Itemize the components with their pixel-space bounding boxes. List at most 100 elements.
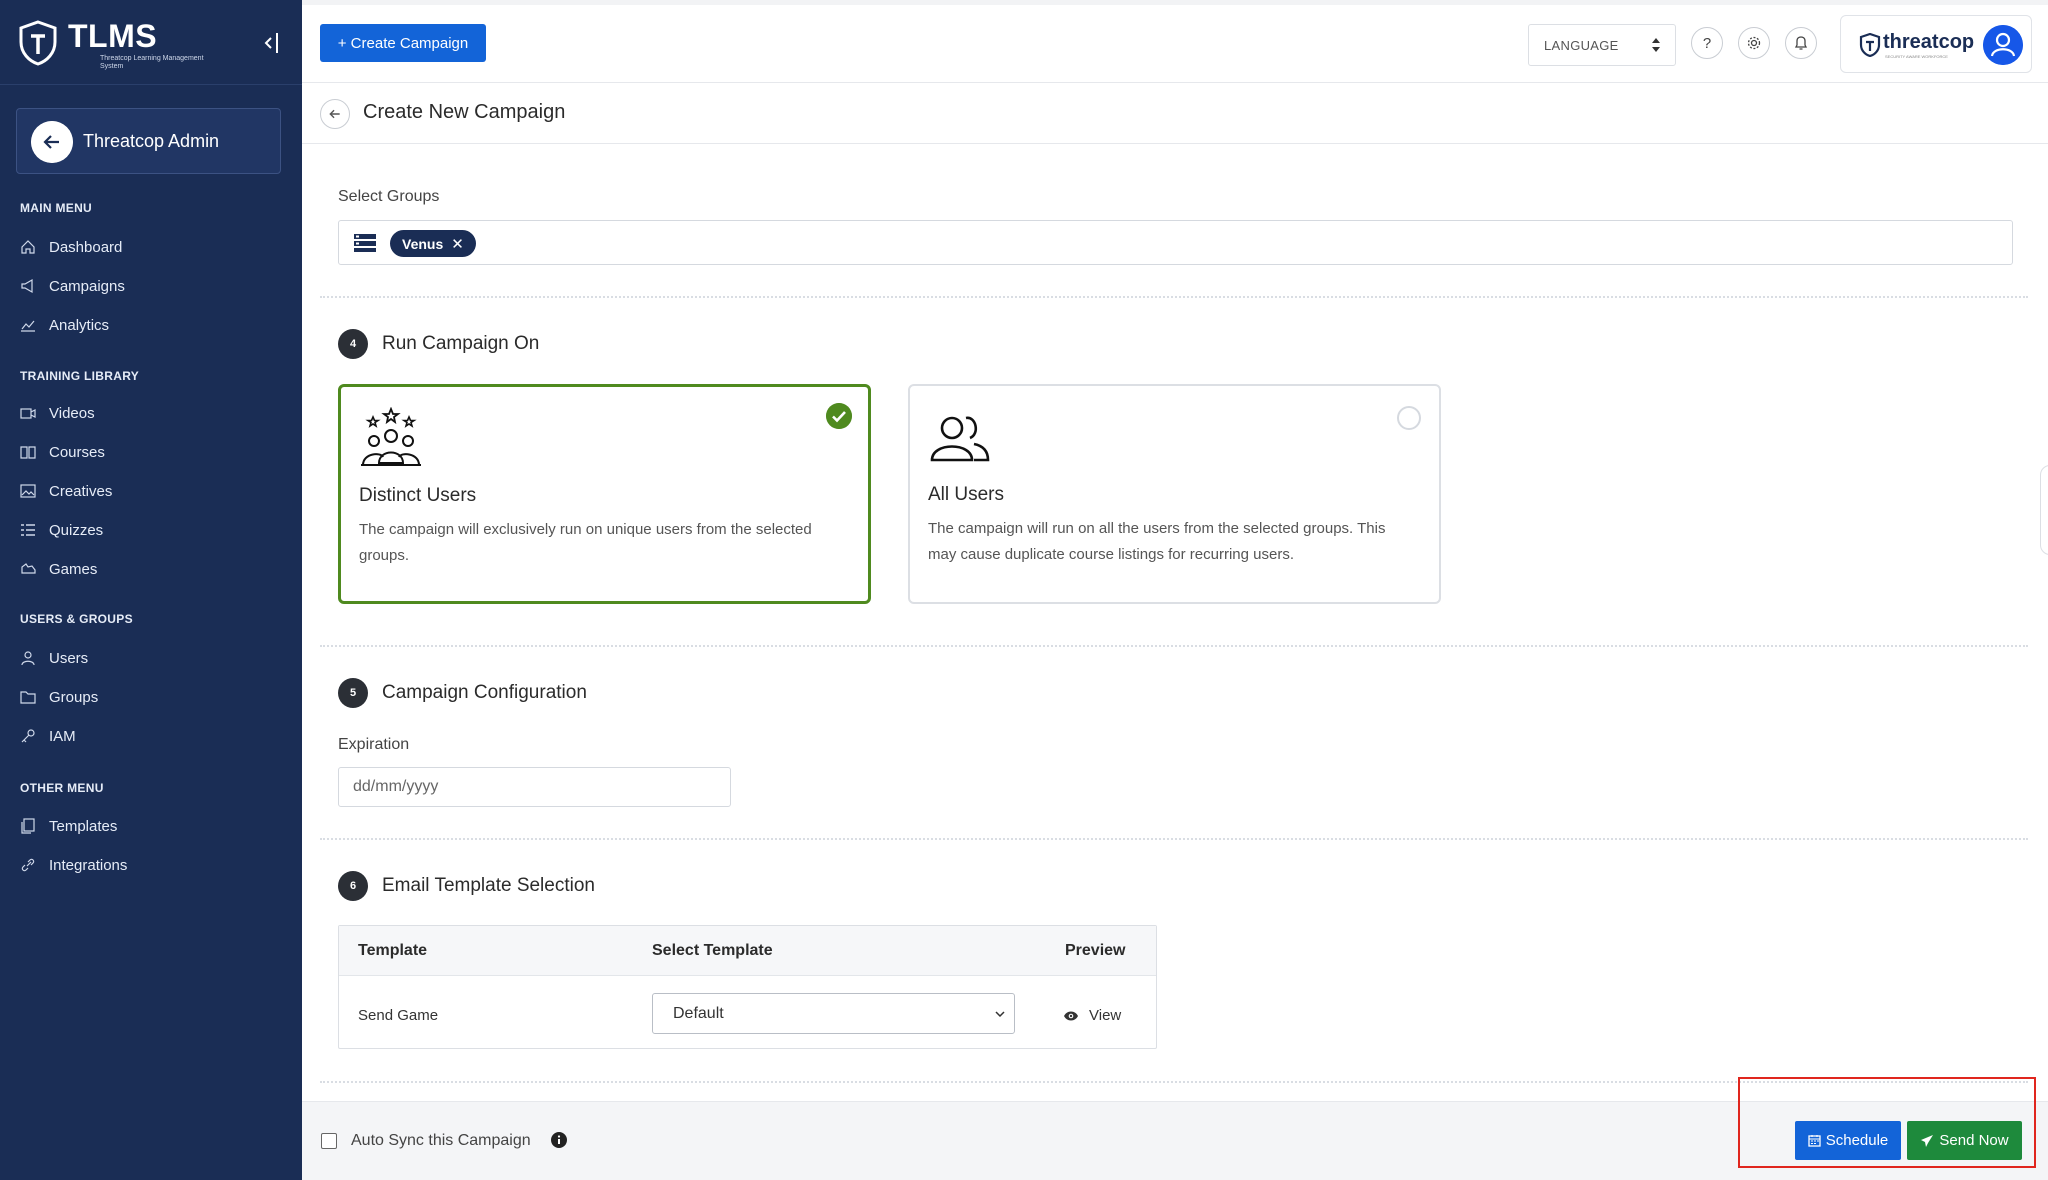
sidebar-item-videos[interactable]: Videos (20, 399, 280, 427)
sidebar-item-label: Videos (49, 404, 95, 422)
option-description: The campaign will exclusively run on uni… (359, 521, 812, 564)
profile-menu[interactable]: threatcop SECURITY AWARE WORKFORCE (1840, 15, 2032, 73)
auto-sync-label: Auto Sync this Campaign (351, 1132, 531, 1149)
brand-name: TLMS (68, 18, 158, 54)
paper-plane-icon (1921, 1134, 1934, 1147)
schedule-button[interactable]: Schedule (1795, 1121, 1901, 1160)
template-select[interactable]: Default (652, 993, 1015, 1034)
sidebar-item-groups[interactable]: Groups (20, 683, 280, 711)
admin-name: Threatcop Admin (83, 131, 220, 151)
expiration-label: Expiration (338, 736, 410, 753)
users-icon (930, 416, 990, 462)
step-number: 6 (338, 871, 368, 901)
step-number: 5 (338, 678, 368, 708)
sidebar-item-label: Games (49, 560, 98, 578)
send-now-button[interactable]: Send Now (1907, 1121, 2022, 1160)
folder-icon (20, 691, 36, 704)
avatar (1983, 25, 2023, 65)
page-header: Create New Campaign (302, 84, 2048, 144)
sidebar-item-label: Campaigns (49, 277, 125, 295)
step-email-template: 6 Email Template Selection (338, 871, 595, 901)
step-run-campaign: 4 Run Campaign On (338, 329, 539, 359)
option-description: The campaign will run on all the users f… (928, 520, 1386, 563)
sidebar-item-analytics[interactable]: Analytics (20, 311, 280, 339)
option-distinct-users[interactable]: Distinct Users The campaign will exclusi… (338, 384, 871, 604)
chevron-down-icon (995, 1011, 1005, 1018)
auto-sync-checkbox[interactable] (321, 1133, 337, 1149)
sidebar-item-label: Analytics (49, 316, 110, 334)
view-label: View (1089, 1007, 1122, 1024)
sidebar-item-label: Groups (49, 688, 99, 706)
section-divider (320, 296, 2028, 298)
sidebar-item-integrations[interactable]: Integrations (20, 851, 280, 879)
language-label: LANGUAGE (1544, 37, 1619, 53)
link-icon (21, 858, 35, 872)
expiration-date-input[interactable] (338, 767, 731, 807)
language-select[interactable]: LANGUAGE (1528, 24, 1676, 66)
shield-logo-icon (19, 20, 57, 66)
eye-icon (1064, 1011, 1078, 1020)
calendar-icon (1808, 1135, 1821, 1147)
radio-unselected[interactable] (1397, 406, 1421, 430)
group-chip-label: Venus (402, 235, 444, 252)
sidebar-item-templates[interactable]: Templates (20, 812, 280, 840)
close-icon[interactable]: ✕ (451, 235, 464, 253)
list-icon (21, 524, 35, 536)
groups-multiselect[interactable]: Venus ✕ (338, 220, 2013, 265)
sidebar-item-creatives[interactable]: Creatives (20, 477, 280, 505)
option-all-users[interactable]: All Users The campaign will run on all t… (908, 384, 1441, 604)
section-divider (320, 645, 2028, 647)
company-tagline: SECURITY AWARE WORKFORCE (1885, 54, 1948, 59)
sidebar-item-iam[interactable]: IAM (20, 722, 280, 750)
brand-logo[interactable]: TLMS Threatcop Learning Management Syste… (18, 16, 284, 70)
section-divider (320, 1081, 2028, 1083)
create-campaign-button[interactable]: + Create Campaign (320, 24, 486, 62)
sidebar-item-campaigns[interactable]: Campaigns (20, 272, 280, 300)
check-circle-icon (826, 403, 852, 429)
sidebar-item-dashboard[interactable]: Dashboard (20, 233, 280, 261)
sidebar-item-label: Integrations (49, 856, 128, 874)
gamepad-icon (21, 563, 36, 574)
sidebar-item-courses[interactable]: Courses (20, 438, 280, 466)
settings-button[interactable] (1738, 27, 1770, 59)
server-icon (354, 234, 376, 252)
sidebar-item-users[interactable]: Users (20, 644, 280, 672)
template-name: Send Game (358, 1007, 439, 1024)
preview-view-link[interactable]: View (1063, 1007, 1121, 1024)
user-icon (21, 651, 35, 666)
megaphone-icon (21, 278, 33, 294)
step-number: 4 (338, 329, 368, 359)
bell-icon (1794, 36, 1808, 50)
menu-section-other: OTHER MENU (20, 781, 104, 795)
help-button[interactable]: ? (1691, 27, 1723, 59)
admin-switcher[interactable]: Threatcop Admin (16, 108, 281, 174)
arrow-left-icon (31, 121, 73, 163)
side-tab-handle[interactable] (2040, 465, 2048, 555)
brand-subtitle: Threatcop Learning Management System (100, 55, 204, 70)
sidebar-item-label: Courses (49, 443, 105, 461)
option-title: Distinct Users (359, 485, 477, 506)
info-icon[interactable] (551, 1132, 567, 1148)
action-footer: Auto Sync this Campaign Schedule Send No… (302, 1101, 2048, 1180)
step-title: Campaign Configuration (382, 682, 587, 703)
collapse-sidebar-icon[interactable] (262, 30, 280, 56)
group-chip: Venus ✕ (390, 230, 476, 257)
step-title: Email Template Selection (382, 875, 595, 896)
send-now-label: Send Now (1939, 1132, 2009, 1149)
sidebar-item-label: Templates (49, 817, 118, 835)
column-header-select-template: Select Template (652, 942, 773, 959)
back-arrow-icon[interactable] (320, 99, 350, 129)
video-icon (20, 408, 36, 419)
help-icon: ? (1702, 34, 1712, 52)
sidebar-item-quizzes[interactable]: Quizzes (20, 516, 280, 544)
sidebar-item-games[interactable]: Games (20, 555, 280, 583)
company-name: threatcop (1883, 31, 1975, 53)
gear-icon (1747, 36, 1761, 50)
notifications-button[interactable] (1785, 27, 1817, 59)
sort-arrows-icon (1652, 38, 1660, 52)
column-header-template: Template (358, 942, 428, 959)
book-icon (20, 446, 36, 459)
step-title: Run Campaign On (382, 333, 540, 354)
select-groups-label: Select Groups (338, 188, 440, 205)
sidebar: TLMS Threatcop Learning Management Syste… (0, 0, 302, 1180)
